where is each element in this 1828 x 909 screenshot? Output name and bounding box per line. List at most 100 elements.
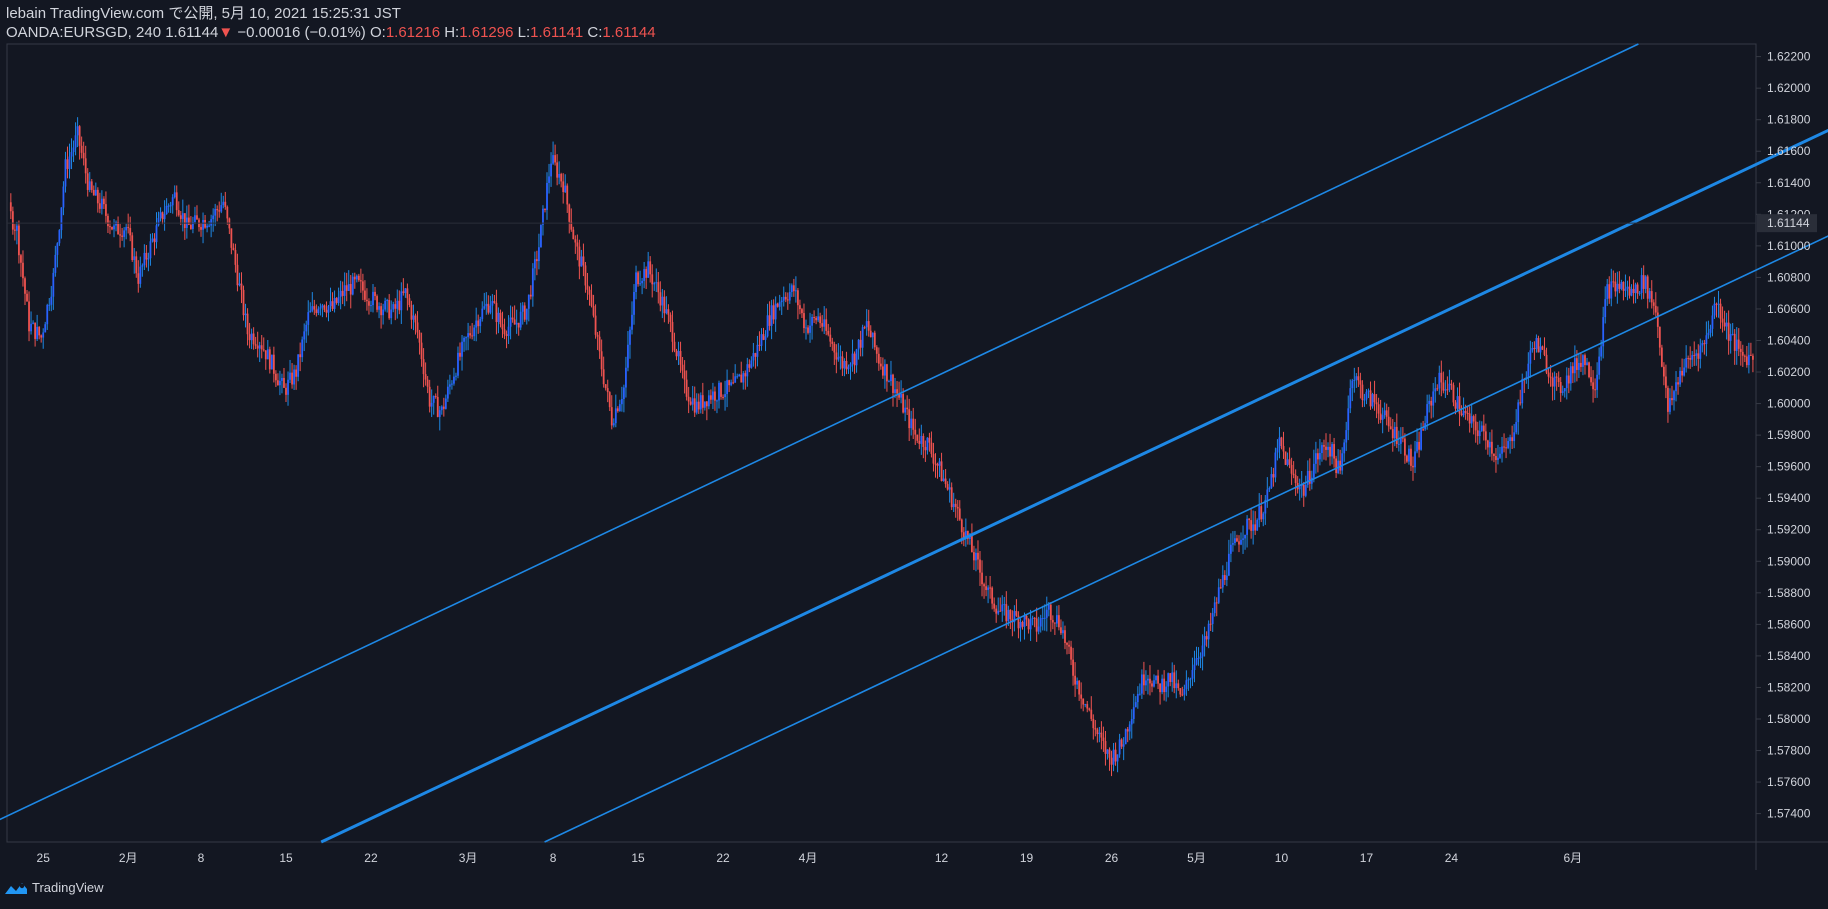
candle-body <box>1559 382 1562 393</box>
candle-body <box>1319 453 1321 460</box>
candle-body <box>117 221 119 235</box>
candle-body <box>1333 444 1335 459</box>
candle-body <box>277 380 279 386</box>
candle-body <box>90 181 93 190</box>
candle-body <box>147 258 150 260</box>
candle-body <box>86 173 89 190</box>
candle-body <box>973 552 975 561</box>
candle-body <box>204 220 206 228</box>
candle-body <box>841 356 844 369</box>
candle-body <box>444 398 447 409</box>
candle-body <box>1025 615 1028 620</box>
candle-body <box>153 238 156 243</box>
candle-body <box>1733 333 1736 351</box>
candle-body <box>1503 446 1505 448</box>
candle-body <box>319 307 322 309</box>
candle-body <box>1452 385 1455 403</box>
candle-body <box>979 559 981 573</box>
candle-body <box>1636 284 1639 294</box>
candle-body <box>1612 281 1615 283</box>
candle-body <box>1199 656 1202 659</box>
candle-body <box>1142 674 1145 686</box>
price-axis[interactable]: 1.622001.620001.618001.616001.614001.612… <box>1756 50 1811 821</box>
regression-channel[interactable] <box>0 43 1828 844</box>
candle-body <box>1351 380 1354 389</box>
candle-body <box>845 360 848 370</box>
tradingview-footer[interactable]: TradingView <box>4 880 104 895</box>
candle-body <box>1033 617 1036 619</box>
candle-body <box>712 391 714 400</box>
candle-body <box>1454 402 1457 409</box>
candle-body <box>406 288 409 299</box>
candle-body <box>995 608 998 614</box>
candle-body <box>13 229 16 231</box>
candle-body <box>1341 453 1344 471</box>
candle-body <box>1697 353 1700 359</box>
candle-body <box>843 360 846 369</box>
candle-body <box>266 349 269 360</box>
candle-body <box>1723 322 1726 327</box>
candle-body <box>446 386 449 399</box>
candle-body <box>742 373 745 383</box>
candle-body <box>1248 518 1251 521</box>
candle-body <box>813 316 815 318</box>
time-axis[interactable]: 25 2月 8 15 22 3月 8 15 22 4月 12 19 26 5月 10 17 24 6月 <box>37 851 1583 865</box>
candle-body <box>380 306 382 316</box>
candle-body <box>669 314 672 322</box>
candle-body <box>665 309 668 314</box>
candle-body <box>1622 281 1625 291</box>
price-tick-label: 1.60200 <box>1767 365 1811 379</box>
candle-body <box>1630 288 1633 296</box>
candle-body <box>315 309 318 313</box>
candle-body <box>331 301 334 309</box>
candle-body <box>58 230 61 244</box>
candle-body <box>867 321 870 331</box>
candle-body <box>851 353 854 365</box>
candle-body <box>1660 347 1663 367</box>
candle-body <box>657 282 660 293</box>
candle-body <box>871 332 874 338</box>
candle-body <box>1618 283 1621 289</box>
candle-body <box>1381 415 1384 420</box>
candle-body <box>1679 370 1681 385</box>
candle-body <box>1610 281 1613 299</box>
candle-body <box>355 275 358 280</box>
price-tick-label: 1.59800 <box>1767 428 1811 442</box>
candle-body <box>301 339 304 358</box>
candle-body <box>1448 383 1451 390</box>
candle-body <box>1009 609 1012 620</box>
candle-body <box>196 215 198 220</box>
candle-body <box>1223 575 1226 581</box>
candle-body <box>1491 441 1493 454</box>
candle-body <box>886 364 888 382</box>
candle-body <box>1312 463 1315 478</box>
candle-body <box>206 225 208 228</box>
candle-body <box>1389 426 1392 430</box>
candle-body <box>726 380 728 395</box>
candle-body <box>983 584 985 587</box>
candle-body <box>863 327 866 329</box>
candle-body <box>173 192 176 198</box>
candle-body <box>671 321 674 342</box>
candle-body <box>981 572 983 585</box>
candle-body <box>1711 315 1714 329</box>
candle-body <box>873 332 876 348</box>
candle-body <box>1667 387 1669 412</box>
candle-body <box>1128 724 1131 732</box>
candle-body <box>1422 429 1425 431</box>
candle-body <box>1211 613 1214 624</box>
candle-body <box>1482 425 1485 432</box>
candle-body <box>109 226 111 228</box>
candle-body <box>11 211 14 230</box>
candle-body <box>1120 739 1123 747</box>
candle-body <box>1521 378 1524 404</box>
candle-body <box>137 273 140 284</box>
candle-body <box>36 326 39 339</box>
candle-body <box>853 353 856 366</box>
candle-body <box>1642 275 1645 289</box>
price-chart[interactable]: 1.622001.620001.618001.616001.614001.612… <box>0 0 1828 909</box>
candle-body <box>1529 350 1532 364</box>
candle-body <box>762 334 765 340</box>
candle-body <box>1219 587 1222 589</box>
candle-body <box>9 202 12 212</box>
